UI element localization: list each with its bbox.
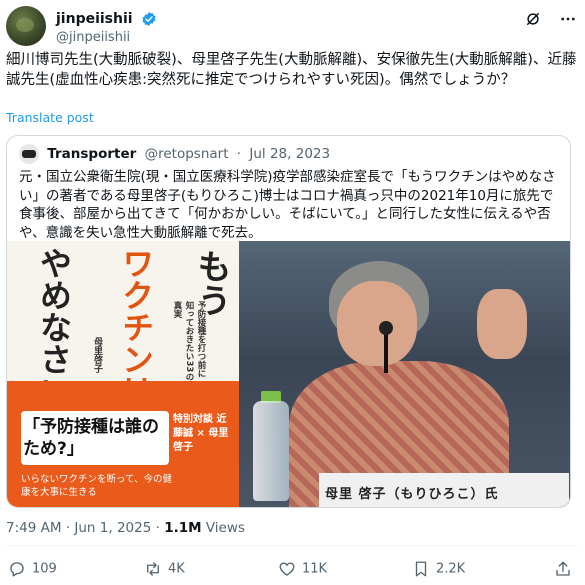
book-author-name: 母里啓子 — [92, 337, 102, 373]
post-text: 細川博司先生(大動脈破裂)、母里啓子先生(大動脈解離)、安保徹先生(大動脈解離)… — [6, 52, 577, 88]
header-actions — [512, 8, 577, 28]
post-card: jinpeiishii @jinpeiishii 細川博司先生(大動脈破裂)、母… — [0, 0, 585, 585]
quoted-post-header: Transporter @retopsnart · Jul 28, 2023 — [19, 144, 330, 164]
post-header: jinpeiishii @jinpeiishii — [6, 6, 577, 46]
verified-badge-icon — [142, 11, 156, 26]
share-icon — [556, 561, 570, 576]
author-avatar[interactable] — [6, 6, 46, 46]
microphone-icon — [379, 321, 393, 335]
quoted-post-text: 元・国立公衆衛生院(現・国立医療科学院)疫学部感染症室長で「もうワクチンはやめな… — [19, 169, 556, 241]
action-bar: 109 4K 11K 2.2K — [6, 556, 578, 582]
quoted-post[interactable]: Transporter @retopsnart · Jul 28, 2023 元… — [6, 135, 571, 508]
repost-count: 4K — [168, 561, 185, 577]
like-button[interactable]: 11K — [278, 560, 327, 578]
views-label: Views — [205, 520, 245, 536]
share-button[interactable] — [554, 560, 578, 578]
speaker-face — [337, 281, 417, 366]
bookmark-icon — [415, 561, 427, 577]
water-bottle — [253, 401, 289, 501]
repost-icon — [147, 562, 159, 576]
reply-icon — [10, 562, 24, 577]
reply-count: 109 — [32, 561, 57, 577]
book-tagline: いらないワクチンを断って、今の健康を大事に生きる — [21, 474, 173, 498]
repost-button[interactable]: 4K — [144, 560, 185, 578]
book-dialogue-text: 特別対談 近藤誠 × 母里啓子 — [173, 414, 229, 453]
nameplate-text: 母里 啓子（もりひろこ）氏 — [325, 487, 499, 502]
more-options-icon[interactable] — [559, 10, 577, 28]
like-count: 11K — [302, 561, 328, 577]
quoted-author-avatar — [19, 144, 39, 164]
meta-separator-2: · — [155, 520, 160, 536]
quoted-separator: · — [236, 146, 242, 162]
quoted-post-image[interactable]: もう ワクチンは やめなさい 予防接種を打つ前に知っておきたい33の真実 母里啓… — [7, 241, 570, 507]
bookmark-count: 2.2K — [436, 561, 466, 577]
bookmark-button[interactable]: 2.2K — [412, 560, 465, 578]
speaker-hand — [477, 289, 527, 359]
book-subtitle: 予防接種を打つ前に知っておきたい33の真実 — [172, 301, 206, 381]
quoted-post-date: Jul 28, 2023 — [249, 146, 331, 162]
post-date[interactable]: Jun 1, 2025 — [74, 520, 151, 536]
author-handle[interactable]: @jinpeiishii — [56, 30, 157, 45]
post-time[interactable]: 7:49 AM — [6, 520, 62, 536]
reply-button[interactable]: 109 — [8, 560, 57, 578]
author-names: jinpeiishii @jinpeiishii — [56, 8, 157, 45]
translate-post-link[interactable]: Translate post — [6, 110, 94, 125]
heart-icon — [279, 562, 295, 576]
meta-separator-1: · — [65, 520, 71, 536]
speaker-photo: 母里 啓子（もりひろこ）氏 — [239, 241, 570, 507]
speaker-nameplate: 母里 啓子（もりひろこ）氏 — [319, 473, 569, 507]
quoted-author-name: Transporter — [47, 146, 137, 162]
microphone-stand — [384, 333, 388, 373]
post-meta: 7:49 AM · Jun 1, 2025 · 1.1M Views — [6, 520, 245, 536]
book-banner-text: 「予防接種は誰のため?」 — [23, 417, 159, 459]
views-count: 1.1M — [164, 520, 202, 536]
actions-divider — [6, 545, 578, 546]
book-cover-image: もう ワクチンは やめなさい 予防接種を打つ前に知っておきたい33の真実 母里啓… — [7, 241, 239, 507]
author-display-name[interactable]: jinpeiishii — [56, 11, 133, 27]
grok-icon[interactable] — [524, 10, 542, 28]
quoted-author-handle: @retopsnart — [144, 146, 229, 162]
